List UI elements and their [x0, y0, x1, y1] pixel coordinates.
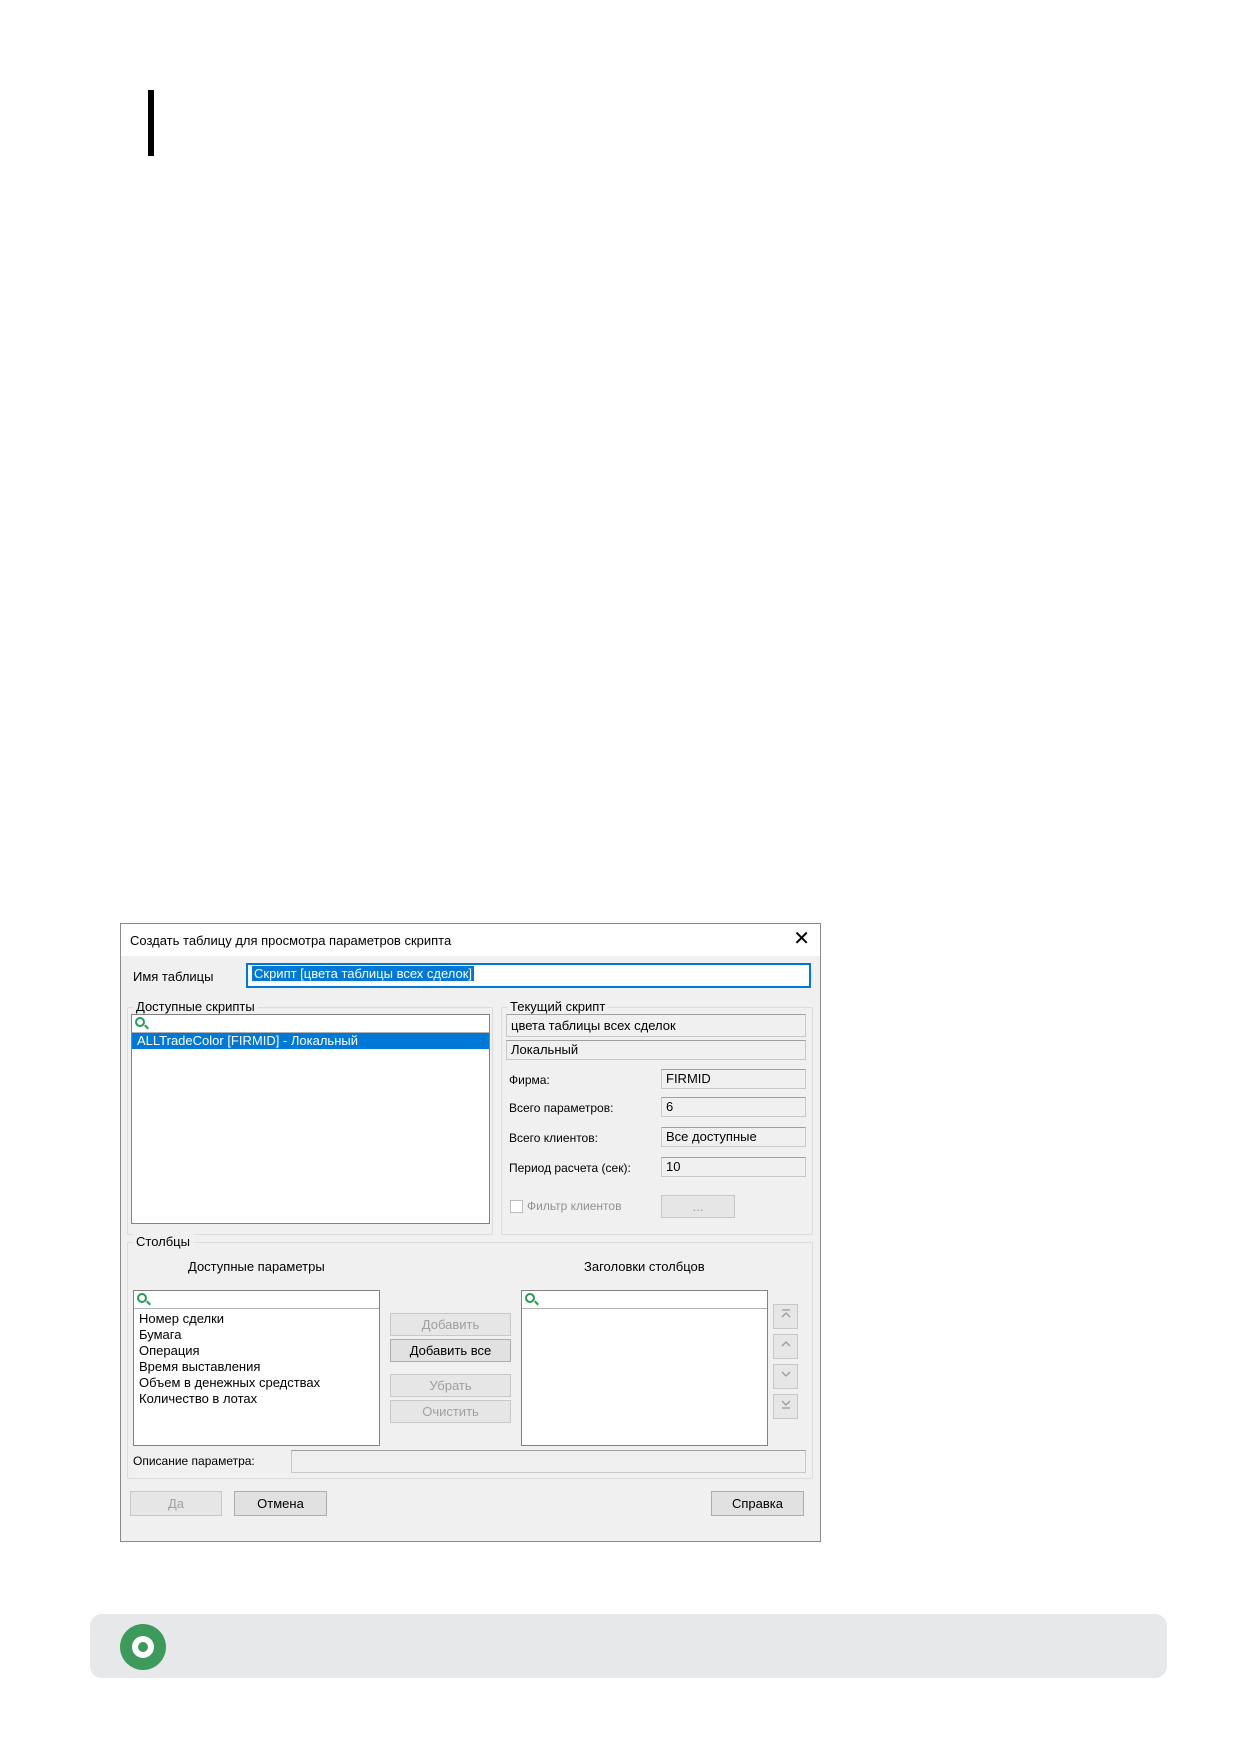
param-list-item[interactable]: Номер сделки — [134, 1311, 379, 1327]
available-params-title: Доступные параметры — [188, 1259, 325, 1274]
current-script-type: Локальный — [506, 1040, 806, 1060]
param-list-item[interactable]: Время выставления — [134, 1359, 379, 1375]
client-filter-label: Фильтр клиентов — [527, 1199, 622, 1213]
table-name-label: Имя таблицы — [133, 969, 214, 984]
create-script-table-dialog: Создать таблицу для просмотра параметров… — [120, 923, 821, 1542]
help-button[interactable]: Справка — [711, 1491, 804, 1516]
clear-button[interactable]: Очистить — [390, 1400, 511, 1423]
param-list-item[interactable]: Количество в лотах — [134, 1391, 379, 1407]
columns-title: Столбцы — [133, 1234, 193, 1249]
add-button[interactable]: Добавить — [390, 1313, 511, 1336]
firm-value: FIRMID — [661, 1069, 806, 1089]
move-down-icon[interactable] — [773, 1364, 798, 1389]
clients-count-label: Всего клиентов: — [509, 1131, 598, 1145]
column-headers-title: Заголовки столбцов — [584, 1259, 705, 1274]
current-script-title: Текущий скрипт — [507, 999, 609, 1014]
headers-search-row[interactable] — [522, 1291, 767, 1309]
bottom-banner — [90, 1614, 1167, 1678]
params-count-value: 6 — [661, 1097, 806, 1117]
clients-count-value: Все доступные — [661, 1127, 806, 1147]
params-search-row[interactable] — [134, 1291, 379, 1309]
search-icon — [135, 1017, 145, 1027]
cancel-button[interactable]: Отмена — [234, 1491, 327, 1516]
scripts-search-row[interactable] — [132, 1015, 489, 1033]
dialog-title: Создать таблицу для просмотра параметров… — [130, 933, 452, 948]
logo-icon — [120, 1624, 166, 1670]
close-icon[interactable]: ✕ — [793, 928, 810, 950]
move-top-icon[interactable] — [773, 1304, 798, 1329]
calc-period-value: 10 — [661, 1157, 806, 1177]
ok-button[interactable]: Да — [130, 1491, 222, 1516]
param-list-item[interactable]: Объем в денежных средствах — [134, 1375, 379, 1391]
column-headers-list[interactable] — [521, 1290, 768, 1446]
move-up-icon[interactable] — [773, 1334, 798, 1359]
search-icon — [137, 1293, 147, 1303]
param-list-item[interactable]: Бумага — [134, 1327, 379, 1343]
dialog-titlebar: Создать таблицу для просмотра параметров… — [121, 924, 820, 956]
remove-button[interactable]: Убрать — [390, 1374, 511, 1397]
param-description-field — [291, 1450, 806, 1473]
table-name-value: Скрипт [цвета таблицы всех сделок] — [252, 966, 475, 981]
table-name-input[interactable]: Скрипт [цвета таблицы всех сделок] — [246, 963, 811, 988]
available-scripts-title: Доступные скрипты — [133, 999, 258, 1014]
params-count-label: Всего параметров: — [509, 1101, 614, 1115]
param-list-item[interactable]: Операция — [134, 1343, 379, 1359]
text-cursor-bar — [148, 90, 154, 156]
client-filter-checkbox[interactable] — [510, 1200, 523, 1213]
available-scripts-list[interactable]: ALLTradeColor [FIRMID] - Локальный — [131, 1014, 490, 1224]
client-filter-button[interactable]: ... — [661, 1195, 735, 1218]
move-bottom-icon[interactable] — [773, 1394, 798, 1419]
param-description-label: Описание параметра: — [133, 1454, 255, 1468]
script-list-item[interactable]: ALLTradeColor [FIRMID] - Локальный — [132, 1033, 489, 1049]
available-params-list[interactable]: Номер сделки Бумага Операция Время выста… — [133, 1290, 380, 1446]
add-all-button[interactable]: Добавить все — [390, 1339, 511, 1362]
current-script-name: цвета таблицы всех сделок — [506, 1014, 806, 1037]
calc-period-label: Период расчета (сек): — [509, 1161, 631, 1175]
search-icon — [525, 1293, 535, 1303]
firm-label: Фирма: — [509, 1073, 550, 1087]
